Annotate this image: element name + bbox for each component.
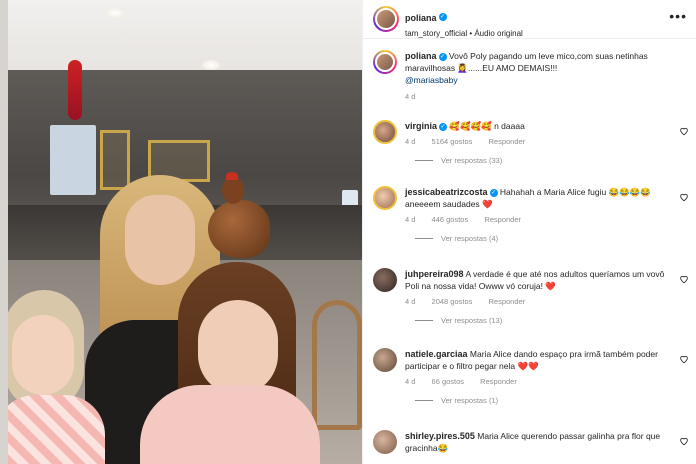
shelf-appliance <box>50 125 96 195</box>
comment-username[interactable]: shirley.pires.505 <box>405 431 475 441</box>
reel-video[interactable] <box>0 0 362 464</box>
girl-left-face <box>12 315 74 395</box>
comment-item: shirley.pires.505 Maria Alice querendo p… <box>373 430 693 454</box>
view-replies-label: Ver respostas (33) <box>441 156 503 165</box>
comment-item: jessicabeatrizcosta ✓ Hahahah a Maria Ali… <box>373 186 693 243</box>
comment-time: 4 d <box>405 137 416 146</box>
verified-badge-icon: ✓ <box>438 52 447 61</box>
heart-outline-icon[interactable] <box>679 192 689 202</box>
commenter-avatar[interactable] <box>373 430 397 454</box>
commenter-avatar[interactable] <box>373 120 397 144</box>
video-left-edge <box>0 0 8 464</box>
reply-button[interactable]: Responder <box>484 215 521 224</box>
girl-center-face <box>198 300 278 395</box>
comment-time: 4 d <box>405 297 416 306</box>
wooden-chair <box>312 300 362 430</box>
girl-left-body <box>0 395 105 464</box>
caption-mention[interactable]: @mariasbaby <box>405 75 458 85</box>
caption-text-block: poliana ✓ Vovô Poly pagando um leve mico,… <box>373 50 688 86</box>
comment-text: 🥰🥰🥰🥰 n daaaa <box>449 121 525 131</box>
ceiling-light <box>202 60 220 70</box>
ceiling-light <box>106 8 124 18</box>
comment-meta: 4 d 66 gostos Responder <box>373 377 693 386</box>
avatar-image <box>375 52 395 72</box>
comment-body: juhpereira098 A verdade é que até nos ad… <box>373 268 693 292</box>
post-header: poliana ✓ tam_story_official • Áudio orig… <box>363 0 696 38</box>
replies-line <box>415 238 433 239</box>
comment-time: 4 d <box>405 215 416 224</box>
hen-filter-head <box>222 176 244 204</box>
verified-badge-icon: ✓ <box>439 122 448 131</box>
comment-meta: 4 d 5164 gostos Responder <box>373 137 693 146</box>
avatar-image <box>375 8 397 30</box>
comments-panel: poliana ✓ tam_story_official • Áudio orig… <box>362 0 696 464</box>
comment-likes[interactable]: 66 gostos <box>432 377 465 386</box>
reply-button[interactable]: Responder <box>489 137 526 146</box>
comment-username[interactable]: jessicabeatrizcosta <box>405 187 488 197</box>
hen-filter-body <box>208 200 270 258</box>
comment-item: natiele.garciaa Maria Alice dando espaço… <box>373 348 693 405</box>
kitchen-cabinet <box>100 130 130 190</box>
woman-face <box>125 195 195 285</box>
author-info: poliana ✓ tam_story_official • Áudio orig… <box>405 8 523 38</box>
comment-body: jessicabeatrizcosta ✓ Hahahah a Maria Ali… <box>373 186 693 210</box>
comment-username[interactable]: virginia <box>405 121 437 131</box>
commenter-avatar[interactable] <box>373 186 397 210</box>
reel-post-view: poliana ✓ tam_story_official • Áudio orig… <box>0 0 696 464</box>
caption-username[interactable]: poliana <box>405 51 437 61</box>
replies-line <box>415 160 433 161</box>
reply-button[interactable]: Responder <box>489 297 526 306</box>
comment-item: juhpereira098 A verdade é que até nos ad… <box>373 268 693 325</box>
reply-button[interactable]: Responder <box>480 377 517 386</box>
red-figurine <box>68 60 82 120</box>
hen-filter-comb <box>226 172 238 180</box>
view-replies[interactable]: Ver respostas (33) <box>373 156 693 165</box>
heart-outline-icon[interactable] <box>679 436 689 446</box>
comment-body: natiele.garciaa Maria Alice dando espaço… <box>373 348 693 372</box>
comment-body: virginia ✓ 🥰🥰🥰🥰 n daaaa <box>373 120 693 132</box>
caption-time: 4 d <box>405 92 416 101</box>
view-replies-label: Ver respostas (13) <box>441 316 503 325</box>
view-replies[interactable]: Ver respostas (4) <box>373 234 693 243</box>
verified-badge-icon: ✓ <box>489 188 498 197</box>
comment-meta: 4 d 446 gostos Responder <box>373 215 693 224</box>
view-replies-label: Ver respostas (1) <box>441 396 499 405</box>
heart-outline-icon[interactable] <box>679 274 689 284</box>
heart-outline-icon[interactable] <box>679 354 689 364</box>
audio-line[interactable]: tam_story_official • Áudio original <box>405 29 523 38</box>
comment-likes[interactable]: 5164 gostos <box>432 137 473 146</box>
author-avatar[interactable] <box>373 6 399 32</box>
comment-body: shirley.pires.505 Maria Alice querendo p… <box>373 430 693 454</box>
replies-line <box>415 400 433 401</box>
comment-likes[interactable]: 2048 gostos <box>432 297 473 306</box>
caption-avatar[interactable] <box>373 50 397 74</box>
comment-likes[interactable]: 446 gostos <box>432 215 469 224</box>
girl-center-body <box>140 385 320 464</box>
heart-outline-icon[interactable] <box>679 126 689 136</box>
comment-meta: 4 d 2048 gostos Responder <box>373 297 693 306</box>
post-caption: poliana ✓ Vovô Poly pagando um leve mico,… <box>373 50 688 101</box>
header-divider <box>363 38 696 39</box>
replies-line <box>415 320 433 321</box>
author-username[interactable]: poliana <box>405 13 437 23</box>
comment-time: 4 d <box>405 377 416 386</box>
more-options-icon[interactable]: ••• <box>669 8 687 24</box>
comment-username[interactable]: juhpereira098 <box>405 269 464 279</box>
view-replies[interactable]: Ver respostas (13) <box>373 316 693 325</box>
view-replies[interactable]: Ver respostas (1) <box>373 396 693 405</box>
commenter-avatar[interactable] <box>373 348 397 372</box>
comment-username[interactable]: natiele.garciaa <box>405 349 468 359</box>
comment-item: virginia ✓ 🥰🥰🥰🥰 n daaaa 4 d 5164 gostos R… <box>373 120 693 165</box>
view-replies-label: Ver respostas (4) <box>441 234 499 243</box>
verified-badge-icon: ✓ <box>438 12 447 21</box>
commenter-avatar[interactable] <box>373 268 397 292</box>
